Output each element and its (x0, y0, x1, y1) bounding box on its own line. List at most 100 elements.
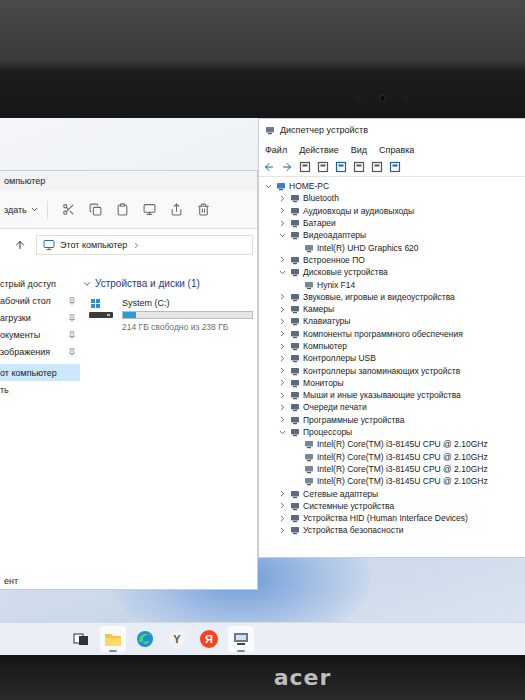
scan-icon[interactable] (371, 161, 383, 173)
tree-category[interactable]: Компоненты программного обеспечения (259, 328, 525, 340)
share-icon[interactable] (170, 203, 183, 216)
device-category-icon (290, 329, 300, 339)
sidebar-item[interactable]: зображения (0, 343, 80, 360)
properties-icon[interactable] (299, 161, 311, 173)
tree-device[interactable]: Intel(R) Core(TM) i3-8145U CPU @ 2.10GHz (259, 451, 525, 463)
chevron-right-icon[interactable] (278, 292, 287, 301)
address-row: Этот компьютер (0, 229, 257, 261)
taskbar-button[interactable] (132, 626, 158, 652)
chevron-right-icon[interactable] (278, 403, 287, 412)
device-category-icon (290, 218, 300, 228)
trash-icon[interactable] (197, 203, 210, 216)
chevron-right-icon[interactable] (278, 501, 287, 510)
chevron-right-icon[interactable] (278, 489, 287, 498)
device-tree: HOME-PCBluetoothАудиовходы и аудиовыходы… (259, 177, 525, 537)
chevron-right-icon[interactable] (278, 378, 287, 387)
tree-category[interactable]: Контроллеры запоминающих устройств (259, 364, 525, 376)
tree-category[interactable]: Устройства HID (Human Interface Devices) (259, 512, 525, 524)
taskbar-button[interactable] (228, 626, 254, 652)
tree-category[interactable]: Дисковые устройства (259, 266, 525, 278)
window-title: омпьютер (0, 171, 257, 191)
menu-item[interactable]: Вид (351, 145, 367, 155)
tree-device[interactable]: Intel(R) Core(TM) i3-8145U CPU @ 2.10GHz (259, 463, 525, 475)
pin-icon (68, 348, 76, 356)
tree-category[interactable]: Контроллеры USB (259, 352, 525, 364)
back-icon[interactable] (263, 161, 275, 173)
chevron-right-icon[interactable] (278, 354, 287, 363)
taskbar-button[interactable]: Y (164, 626, 190, 652)
sidebar-item[interactable]: ть (0, 381, 80, 398)
tree-category[interactable]: Сетевые адаптеры (259, 487, 525, 499)
tree-category[interactable]: Батареи (259, 217, 525, 229)
chevron-right-icon[interactable] (278, 219, 287, 228)
tree-category[interactable]: Клавиатуры (259, 315, 525, 327)
tree-category[interactable]: Процессоры (259, 426, 525, 438)
chevron-right-icon[interactable] (278, 391, 287, 400)
chevron-right-icon[interactable] (278, 514, 287, 523)
chevron-down-icon[interactable] (264, 182, 273, 191)
paste-icon[interactable] (116, 203, 129, 216)
chevron-right-icon[interactable] (278, 305, 287, 314)
chevron-down-icon[interactable] (278, 428, 287, 437)
camera-icon (379, 95, 386, 102)
drive-item[interactable]: System (C:)214 ГБ свободно из 238 ГБ (82, 296, 257, 332)
tree-category[interactable]: Очереди печати (259, 401, 525, 413)
yandex-icon: Я (200, 630, 218, 648)
help-icon[interactable] (335, 161, 347, 173)
tree-category[interactable]: Мониторы (259, 377, 525, 389)
forward-icon[interactable] (281, 161, 293, 173)
monitor-icon[interactable] (389, 161, 401, 173)
menu-item[interactable]: Действие (299, 145, 339, 155)
chevron-right-icon[interactable] (278, 415, 287, 424)
tree-category[interactable]: Встроенное ПО (259, 254, 525, 266)
chevron-right-icon[interactable] (278, 317, 287, 326)
tree-category[interactable]: Камеры (259, 303, 525, 315)
tree-category[interactable]: Системные устройства (259, 500, 525, 512)
chevron-down-icon[interactable] (278, 231, 287, 240)
window-title: Диспетчер устройств (259, 119, 525, 141)
menu-item[interactable]: Справка (379, 145, 414, 155)
chevron-right-icon[interactable] (278, 342, 287, 351)
view-icon[interactable] (353, 161, 365, 173)
tree-device[interactable]: Hynix F14 (259, 278, 525, 290)
list-icon[interactable] (317, 161, 329, 173)
chevron-right-icon[interactable] (278, 526, 287, 535)
explorer-window[interactable]: омпьютерздатьЭтот компьютерстрый доступа… (0, 170, 258, 590)
tree-category[interactable]: Компьютер (259, 340, 525, 352)
sidebar-item[interactable]: стрый доступ (0, 275, 80, 292)
drive-icon (88, 298, 114, 322)
tree-category[interactable]: Bluetooth (259, 192, 525, 204)
tree-device[interactable]: Intel(R) UHD Graphics 620 (259, 241, 525, 253)
chevron-right-icon[interactable] (278, 329, 287, 338)
chevron-right-icon[interactable] (278, 255, 287, 264)
tree-device[interactable]: Intel(R) Core(TM) i3-8145U CPU @ 2.10GHz (259, 438, 525, 450)
tree-category[interactable]: Устройства безопасности (259, 524, 525, 536)
menu-item[interactable]: Файл (265, 145, 287, 155)
new-button[interactable]: здать (4, 201, 48, 219)
chevron-right-icon[interactable] (278, 206, 287, 215)
taskbar-button[interactable] (68, 626, 94, 652)
taskbar-button[interactable]: Я (196, 626, 222, 652)
scissors-icon[interactable] (62, 203, 75, 216)
tree-category[interactable]: Видеоадаптеры (259, 229, 525, 241)
tree-category[interactable]: Звуковые, игровые и видеоустройства (259, 291, 525, 303)
tree-root[interactable]: HOME-PC (259, 180, 525, 192)
tree-device[interactable]: Intel(R) Core(TM) i3-8145U CPU @ 2.10GHz (259, 475, 525, 487)
copy-icon[interactable] (89, 203, 102, 216)
taskbar-button[interactable] (100, 626, 126, 652)
chevron-right-icon[interactable] (278, 366, 287, 375)
sidebar-item[interactable]: окументы (0, 326, 80, 343)
tree-category[interactable]: Мыши и иные указывающие устройства (259, 389, 525, 401)
tree-category[interactable]: Аудиовходы и аудиовыходы (259, 205, 525, 217)
device-manager-window[interactable]: Диспетчер устройств Файл Действие Вид Справк… (258, 118, 525, 558)
address-bar[interactable]: Этот компьютер (36, 235, 253, 255)
sidebar-item[interactable]: от компьютер (0, 364, 80, 381)
section-header[interactable]: Устройства и диски (1) (82, 275, 257, 292)
chevron-down-icon[interactable] (278, 268, 287, 277)
up-arrow-icon[interactable] (14, 239, 26, 251)
sidebar-item[interactable]: абочий стол (0, 292, 80, 309)
sidebar-item[interactable]: агрузки (0, 309, 80, 326)
rename-icon[interactable] (143, 203, 156, 216)
tree-category[interactable]: Программные устройства (259, 414, 525, 426)
chevron-right-icon[interactable] (278, 194, 287, 203)
